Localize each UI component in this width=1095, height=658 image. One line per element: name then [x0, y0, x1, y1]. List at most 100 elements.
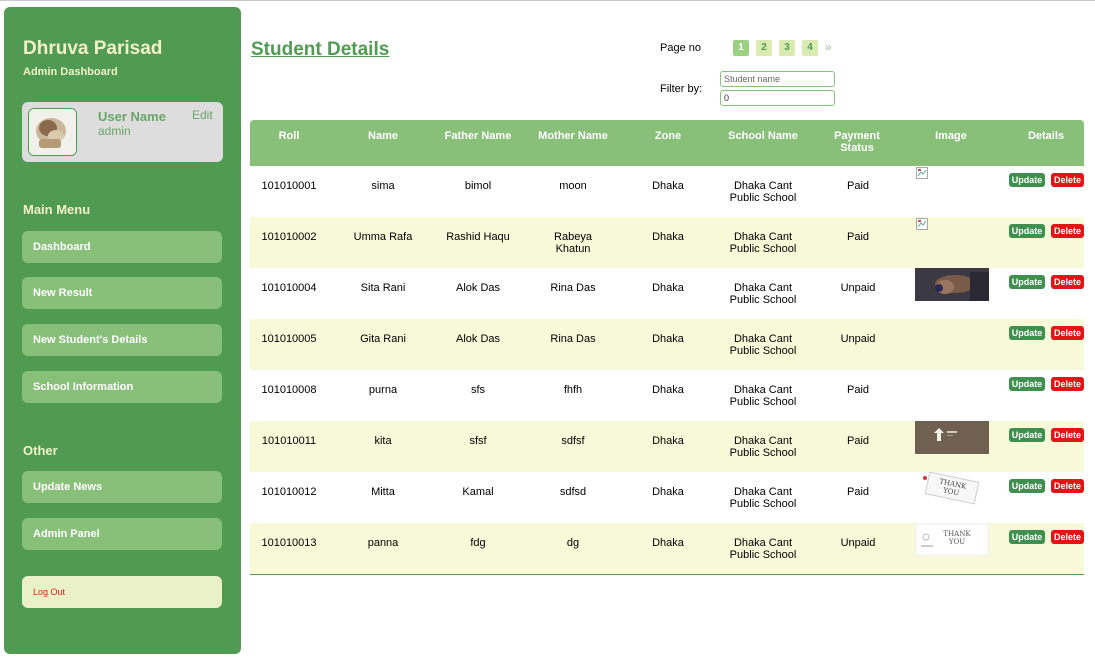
avatar	[28, 108, 77, 156]
cell-father-name: bimol	[464, 180, 492, 192]
column-header-roll: Roll	[278, 130, 300, 142]
cell-zone: Dhaka	[652, 231, 684, 243]
cell-father-name: Kamal	[462, 486, 494, 498]
cell-zone: Dhaka	[652, 180, 684, 192]
cell-father-name: Alok Das	[455, 282, 501, 294]
cell-zone: Dhaka	[652, 537, 684, 549]
update-button[interactable]: Update	[1009, 428, 1045, 442]
menu-new-result-button[interactable]: New Result	[22, 277, 222, 309]
cell-roll: 101010008	[261, 384, 317, 396]
cell-payment-status: Paid	[846, 486, 870, 498]
cell-name: Gita Rani	[360, 333, 406, 345]
cell-school-name: Dhaka Cant Public School	[729, 537, 797, 561]
cell-school-name: Dhaka Cant Public School	[729, 486, 797, 510]
cell-roll: 101010012	[261, 486, 317, 498]
top-border	[0, 0, 1095, 1]
other-menu-heading: Other	[23, 443, 58, 458]
cell-name: panna	[367, 537, 399, 549]
filter-value-input[interactable]	[720, 90, 835, 106]
update-button[interactable]: Update	[1009, 479, 1045, 493]
user-card: User Name admin Edit	[22, 102, 223, 162]
menu-school-information-button[interactable]: School Information	[22, 371, 222, 403]
brand-subtitle: Admin Dashboard	[23, 66, 118, 78]
cell-school-name: Dhaka Cant Public School	[729, 333, 797, 357]
table-row: 101010005 Gita Rani Alok Das Rina Das Dhaka D…	[250, 319, 1084, 370]
update-button[interactable]: Update	[1009, 275, 1045, 289]
cell-zone: Dhaka	[652, 282, 684, 294]
cell-zone: Dhaka	[652, 486, 684, 498]
cell-zone: Dhaka	[652, 435, 684, 447]
cell-father-name: Rashid Haqu	[446, 231, 510, 243]
cell-name: sima	[371, 180, 395, 192]
update-button[interactable]: Update	[1009, 377, 1045, 391]
cell-name: Sita Rani	[360, 282, 406, 294]
cell-school-name: Dhaka Cant Public School	[729, 231, 797, 255]
cell-mother-name: sdfsd	[559, 486, 587, 498]
cell-payment-status: Unpaid	[840, 333, 876, 345]
delete-button[interactable]: Delete	[1051, 479, 1084, 493]
cell-payment-status: Paid	[846, 384, 870, 396]
student-table: Roll Name Father Name Mother Name Zone S…	[250, 120, 1084, 575]
update-button[interactable]: Update	[1009, 173, 1045, 187]
column-header-payment-status: Payment Status	[834, 130, 880, 154]
cell-mother-name: Rina Das	[550, 282, 596, 294]
update-button[interactable]: Update	[1009, 224, 1045, 238]
student-photo	[915, 268, 989, 301]
table-body: 101010001 sima bimol moon Dhaka Dhaka Cant Pu…	[250, 166, 1084, 574]
page-4-button[interactable]: 4	[802, 40, 818, 56]
student-name-filter-input[interactable]	[720, 71, 835, 87]
cell-name: purna	[368, 384, 398, 396]
delete-button[interactable]: Delete	[1051, 530, 1084, 544]
delete-button[interactable]: Delete	[1051, 377, 1084, 391]
page-3-button[interactable]: 3	[779, 40, 795, 56]
edit-profile-link[interactable]: Edit	[192, 108, 213, 122]
column-header-zone: Zone	[654, 130, 682, 142]
sidebar: Dhruva Parisad Admin Dashboard User Name…	[4, 7, 241, 654]
column-header-mother-name: Mother Name	[538, 130, 608, 142]
table-bottom-border	[250, 574, 1084, 575]
delete-button[interactable]: Delete	[1051, 224, 1084, 238]
page-1-button[interactable]: 1	[733, 40, 749, 56]
update-button[interactable]: Update	[1009, 326, 1045, 340]
delete-button[interactable]: Delete	[1051, 428, 1084, 442]
user-name: User Name	[98, 109, 166, 124]
menu-update-news-button[interactable]: Update News	[22, 471, 222, 503]
menu-dashboard-button[interactable]: Dashboard	[22, 231, 222, 263]
student-photo: THANK YOU	[915, 523, 989, 556]
cell-mother-name: dg	[566, 537, 580, 549]
table-row: 101010002 Umma Rafa Rashid Haqu Rabeya Khat…	[250, 217, 1084, 268]
cell-roll: 101010001	[261, 180, 317, 192]
cell-roll: 101010013	[261, 537, 317, 549]
cell-payment-status: Paid	[846, 180, 870, 192]
cell-father-name: sfs	[470, 384, 486, 396]
student-photo	[915, 421, 989, 454]
cell-payment-status: Paid	[846, 231, 870, 243]
broken-image-icon	[916, 166, 928, 179]
table-row: 101010008 purna sfs fhfh Dhaka Dhaka Cant Pub…	[250, 370, 1084, 421]
delete-button[interactable]: Delete	[1051, 173, 1084, 187]
cell-payment-status: Unpaid	[840, 282, 876, 294]
cell-mother-name: Rabeya Khatun	[554, 231, 592, 255]
delete-button[interactable]: Delete	[1051, 326, 1084, 340]
cell-payment-status: Unpaid	[840, 537, 876, 549]
logout-button[interactable]: Log Out	[22, 576, 222, 608]
page-2-button[interactable]: 2	[756, 40, 772, 56]
delete-button[interactable]: Delete	[1051, 275, 1084, 289]
menu-admin-panel-button[interactable]: Admin Panel	[22, 518, 222, 550]
cell-mother-name: Rina Das	[550, 333, 596, 345]
update-button[interactable]: Update	[1009, 530, 1045, 544]
next-page-icon[interactable]: »	[825, 40, 841, 56]
cell-mother-name: moon	[559, 180, 587, 192]
cell-roll: 101010005	[261, 333, 317, 345]
cell-name: kita	[374, 435, 392, 447]
menu-new-student-details-button[interactable]: New Student's Details	[22, 324, 222, 356]
broken-image-icon	[916, 217, 928, 230]
pagination: 1 2 3 4 »	[733, 40, 841, 56]
cell-father-name: sfsf	[469, 435, 487, 447]
brand-title: Dhruva Parisad	[23, 38, 163, 59]
table-header: Roll Name Father Name Mother Name Zone S…	[250, 120, 1084, 166]
user-role: admin	[98, 124, 131, 138]
student-photo: THANK YOU	[915, 471, 989, 505]
table-row: 101010001 sima bimol moon Dhaka Dhaka Cant Pu…	[250, 166, 1084, 217]
column-header-details: Details	[1027, 130, 1065, 142]
